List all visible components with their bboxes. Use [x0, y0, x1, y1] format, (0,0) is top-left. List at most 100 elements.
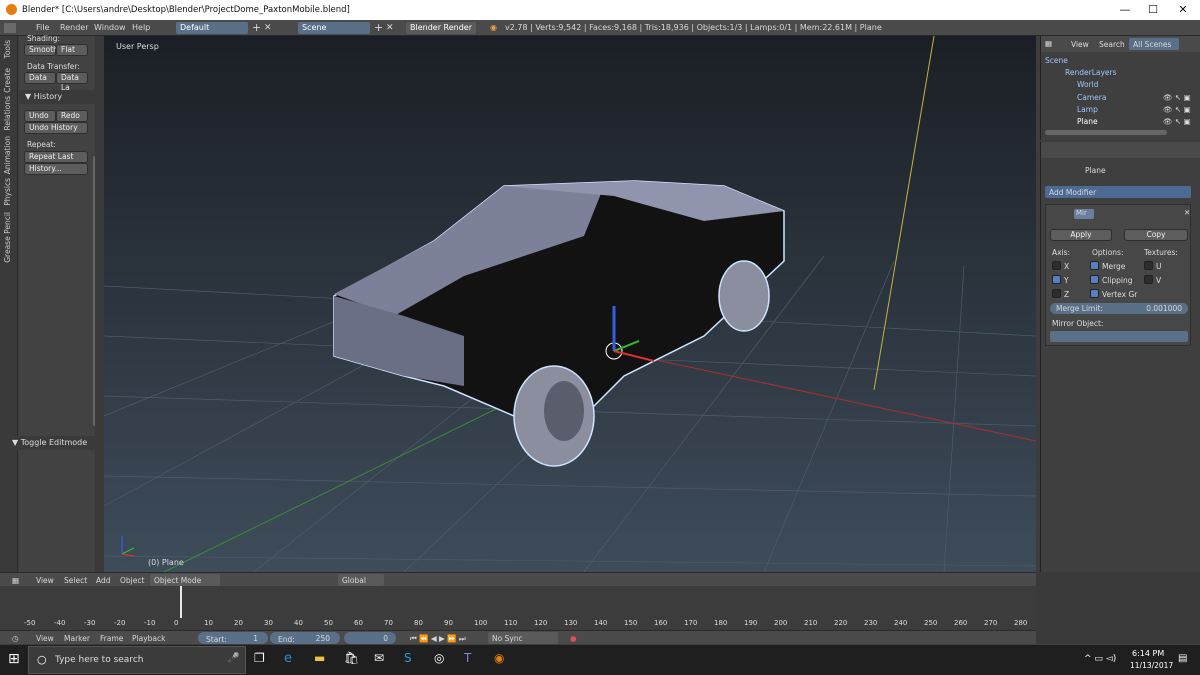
visibility-eye-icon[interactable]: 👁 ↖ ▣ [1163, 93, 1191, 102]
axis-y-checkbox[interactable] [1052, 275, 1061, 284]
data-layout-button[interactable]: Data La [56, 72, 88, 92]
blender-taskbar-icon[interactable]: ◉ [494, 651, 512, 669]
microphone-icon[interactable]: 🎤 [227, 653, 239, 664]
undo-history-button[interactable]: Undo History [24, 122, 88, 134]
edge-icon[interactable]: e [284, 651, 302, 669]
playback-controls[interactable]: ⏮ ⏪ ◀ ▶ ⏩ ⏭ [410, 634, 466, 644]
windows-start-icon[interactable]: ⊞ [8, 651, 20, 667]
outliner-scrollbar[interactable] [1045, 130, 1167, 135]
properties-context-tabs[interactable] [1041, 142, 1200, 158]
outliner-editor-icon[interactable]: ▦ [1045, 39, 1052, 48]
menu-window[interactable]: Window [94, 23, 126, 32]
modifier-name-field[interactable]: Mir [1074, 209, 1094, 219]
end-frame-field[interactable]: End: 250 [270, 632, 340, 644]
layout-selector[interactable]: Default [176, 22, 248, 34]
marker-menu[interactable]: Marker [64, 634, 90, 643]
flat-button[interactable]: Flat [56, 44, 88, 56]
axis-x-checkbox[interactable] [1052, 261, 1061, 270]
render-engine-select[interactable]: Blender Render [406, 22, 476, 34]
outliner-item-scene[interactable]: Scene [1045, 56, 1197, 68]
tab-create[interactable]: Create [3, 68, 12, 93]
task-view-icon[interactable]: ❐ [254, 651, 272, 669]
object-menu[interactable]: Object [120, 576, 144, 585]
visibility-eye-icon[interactable]: 👁 ↖ ▣ [1163, 117, 1191, 126]
add-layout-button[interactable]: + [252, 21, 261, 34]
tab-grease-pencil[interactable]: Grease Pencil [3, 212, 12, 263]
file-explorer-icon[interactable]: ▬ [314, 651, 332, 669]
outliner-item-world[interactable]: World [1077, 80, 1187, 92]
axis-z-checkbox[interactable] [1052, 289, 1061, 298]
steam-icon[interactable]: ◎ [434, 651, 452, 669]
history-list-button[interactable]: History... [24, 163, 88, 175]
redo-button[interactable]: Redo [56, 110, 88, 122]
sync-mode-select[interactable]: No Sync [488, 632, 558, 644]
maximize-button[interactable]: ☐ [1138, 2, 1168, 18]
editor-type-icon[interactable] [4, 23, 16, 33]
copy-button[interactable]: Copy [1124, 229, 1188, 241]
3d-viewport[interactable]: User Persp (0) Plane [104, 36, 1036, 572]
timeline-tick-label: 190 [744, 619, 758, 627]
data-button[interactable]: Data [24, 72, 56, 84]
tab-physics[interactable]: Physics [3, 178, 12, 206]
history-panel-header[interactable]: ▼ History [19, 90, 95, 104]
remove-layout-button[interactable]: ✕ [264, 23, 272, 33]
visibility-eye-icon[interactable]: 👁 ↖ ▣ [1163, 105, 1191, 114]
all-scenes-select[interactable]: All Scenes [1129, 38, 1179, 50]
start-frame-field[interactable]: Start: 1 [198, 632, 268, 644]
playback-menu[interactable]: Playback [132, 634, 165, 643]
menu-file[interactable]: File [36, 23, 49, 32]
tab-animation[interactable]: Animation [3, 136, 12, 174]
repeat-last-button[interactable]: Repeat Last [24, 151, 88, 163]
timeline-tick-label: 10 [204, 619, 213, 627]
undo-button[interactable]: Undo [24, 110, 56, 122]
notifications-icon[interactable]: ▤ [1178, 653, 1187, 664]
view-menu[interactable]: View [36, 576, 54, 585]
teams-icon[interactable]: T [464, 651, 482, 669]
toggle-editmode-header: ▼ Toggle Editmode [12, 438, 88, 447]
tab-tools[interactable]: Tools [3, 40, 12, 58]
end-value: 250 [315, 634, 330, 643]
add-scene-button[interactable]: + [374, 21, 383, 34]
transform-orientation-select[interactable]: Global [338, 574, 384, 586]
mode-select[interactable]: Object Mode [150, 574, 220, 586]
merge-checkbox[interactable] [1090, 261, 1099, 270]
mirror-object-field[interactable] [1050, 331, 1188, 342]
remove-scene-button[interactable]: ✕ [386, 23, 394, 33]
remove-modifier-icon[interactable]: ✕ [1184, 208, 1190, 217]
operator-panel-header[interactable]: ▼ Toggle Editmode [0, 436, 104, 450]
frame-menu[interactable]: Frame [100, 634, 123, 643]
menu-help[interactable]: Help [132, 23, 150, 32]
outliner-view-menu[interactable]: View [1071, 40, 1089, 49]
minimize-button[interactable]: — [1110, 2, 1140, 18]
record-icon[interactable]: ● [570, 634, 577, 643]
timeline[interactable]: -50 -40 -30 -20 -10 0 10 20 30 40 50 60 70 80 90 100 110… [0, 586, 1036, 630]
tab-relations[interactable]: Relations [3, 96, 12, 130]
window-titlebar: Blender* [C:\Users\andre\Desktop\Blender… [0, 0, 1200, 20]
current-frame-field[interactable]: 0 [344, 632, 396, 644]
tray-icons[interactable]: ^ ▭ ◅) [1084, 654, 1116, 664]
mail-icon[interactable]: ✉ [374, 651, 392, 669]
current-frame-line[interactable] [180, 586, 182, 618]
timeline-tick-label: 120 [534, 619, 548, 627]
vertex-groups-checkbox[interactable] [1090, 289, 1099, 298]
clipping-checkbox[interactable] [1090, 275, 1099, 284]
timeline-editor-icon[interactable]: ◷ [12, 634, 19, 643]
texture-v-checkbox[interactable] [1144, 275, 1153, 284]
outliner-item-renderlayers[interactable]: RenderLayers [1065, 68, 1195, 80]
menu-render[interactable]: Render [60, 23, 88, 32]
outliner-search-menu[interactable]: Search [1099, 40, 1125, 49]
smooth-button[interactable]: Smooth [24, 44, 58, 56]
timeline-view-menu[interactable]: View [36, 634, 54, 643]
scene-selector[interactable]: Scene [298, 22, 370, 34]
add-menu[interactable]: Add [96, 576, 111, 585]
close-button[interactable]: ✕ [1168, 2, 1198, 18]
store-icon[interactable]: 🛍 [344, 651, 362, 669]
apply-button[interactable]: Apply [1050, 229, 1112, 241]
viewport-editor-icon[interactable]: ▦ [12, 576, 19, 585]
texture-u-checkbox[interactable] [1144, 261, 1153, 270]
taskbar-search-box[interactable]: ○ Type here to search 🎤 [28, 646, 246, 674]
add-modifier-select[interactable]: Add Modifier [1045, 186, 1191, 198]
merge-limit-field[interactable]: Merge Limit: 0.001000 [1050, 303, 1188, 314]
skype-icon[interactable]: S [404, 651, 422, 669]
select-menu[interactable]: Select [64, 576, 87, 585]
